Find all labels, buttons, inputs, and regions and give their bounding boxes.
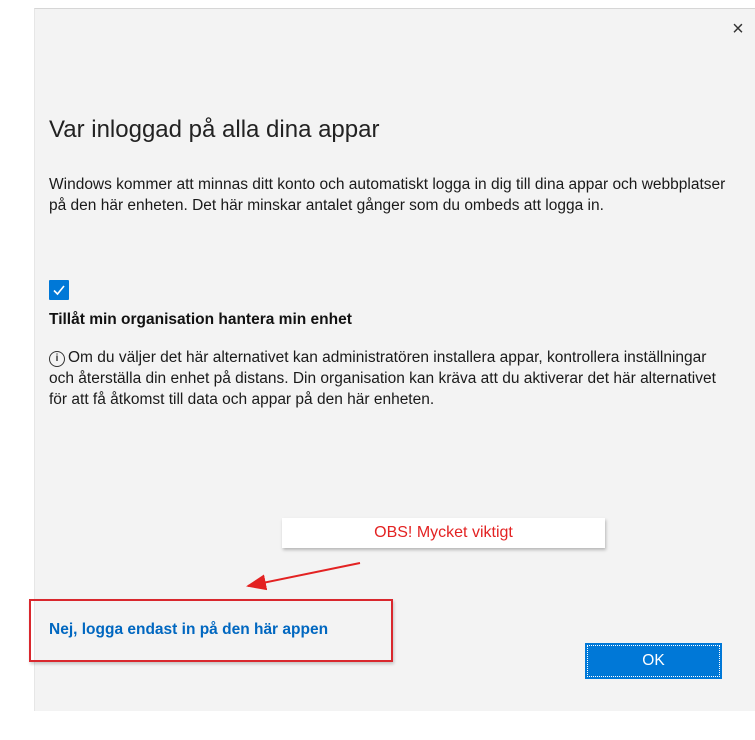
dialog-title: Var inloggad på alla dina appar xyxy=(49,116,380,143)
checkmark-icon xyxy=(53,285,65,296)
checkbox-label: Tillåt min organisation hantera min enhe… xyxy=(49,311,352,328)
info-paragraph: i Om du väljer det här alternativet kan a… xyxy=(49,347,729,410)
info-text: Om du väljer det här alternativet kan ad… xyxy=(49,349,716,408)
annotation-callout: OBS! Mycket viktigt xyxy=(282,518,605,548)
ok-button[interactable]: OK xyxy=(585,643,722,679)
dialog-description: Windows kommer att minnas ditt konto och… xyxy=(49,176,726,214)
info-icon: i xyxy=(49,351,65,367)
manage-device-checkbox[interactable] xyxy=(49,280,69,300)
sign-in-this-app-only-link[interactable]: Nej, logga endast in på den här appen xyxy=(49,621,328,639)
close-icon[interactable]: × xyxy=(727,18,749,40)
